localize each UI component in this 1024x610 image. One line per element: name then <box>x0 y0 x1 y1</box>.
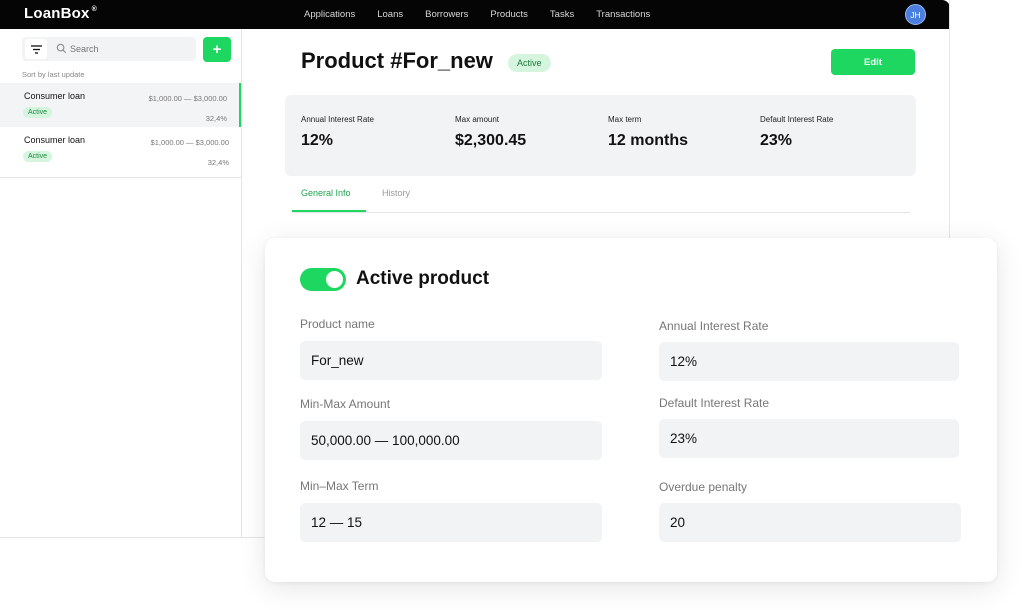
search-icon <box>56 43 67 54</box>
nav-products[interactable]: Products <box>490 9 528 20</box>
list-item-percent: 32,4% <box>205 114 227 123</box>
sort-label[interactable]: Sort by last update <box>22 70 85 79</box>
tab-bar: General Info History <box>292 178 910 213</box>
stat-label: Default Interest Rate <box>760 115 834 124</box>
avatar[interactable]: JH <box>905 4 926 25</box>
default-interest-rate-label: Default Interest Rate <box>659 396 770 410</box>
nav-transactions[interactable]: Transactions <box>596 9 650 20</box>
status-badge: Active <box>23 151 53 162</box>
card-title: Active product <box>356 268 490 289</box>
nav-borrowers[interactable]: Borrowers <box>425 9 468 20</box>
stat-annual-interest-rate: Annual Interest Rate 12% <box>301 115 374 150</box>
sidebar: + Sort by last update Consumer loan $1,0… <box>0 29 242 537</box>
status-badge: Active <box>508 54 551 72</box>
nav-tasks[interactable]: Tasks <box>550 9 574 20</box>
min-max-amount-label: Min-Max Amount <box>300 397 391 411</box>
list-item-title: Consumer loan <box>24 91 86 101</box>
default-interest-rate-field[interactable] <box>659 419 959 458</box>
stat-max-amount: Max amount $2,300.45 <box>455 115 526 150</box>
top-bar: LoanBox ® Applications Loans Borrowers Pr… <box>0 0 949 29</box>
stat-max-term: Max term 12 months <box>608 115 688 150</box>
stat-value: 12% <box>301 132 334 149</box>
toggle-knob <box>326 271 343 288</box>
logo-text: LoanBox <box>24 5 90 22</box>
list-item[interactable]: Consumer loan $1,000.00 — $3,000.00 Acti… <box>0 83 241 127</box>
stat-value: $2,300.45 <box>455 132 527 149</box>
tab-history[interactable]: History <box>382 188 410 198</box>
product-settings-card: Active product Product name Min-Max Amou… <box>265 238 997 582</box>
list-item-range: $1,000.00 — $3,000.00 <box>150 138 229 147</box>
product-name-label: Product name <box>300 317 375 331</box>
list-item-range: $1,000.00 — $3,000.00 <box>148 94 227 103</box>
stats-panel: Annual Interest Rate 12% Max amount $2,3… <box>285 95 916 176</box>
min-max-term-field[interactable] <box>300 503 602 542</box>
min-max-term-label: Min–Max Term <box>300 479 379 493</box>
product-name-field[interactable] <box>300 341 602 380</box>
filter-icon <box>30 44 42 54</box>
search-input[interactable] <box>70 42 180 56</box>
min-max-amount-field[interactable] <box>300 421 602 460</box>
main-nav: Applications Loans Borrowers Products Ta… <box>304 0 672 29</box>
active-tab-indicator <box>292 210 366 212</box>
status-badge: Active <box>23 107 53 118</box>
stat-label: Max amount <box>455 115 500 124</box>
list-divider <box>0 177 241 178</box>
page-title: Product #For_new <box>301 48 493 73</box>
stat-label: Annual Interest Rate <box>301 115 374 124</box>
filter-button[interactable] <box>25 39 47 59</box>
stat-label: Max term <box>608 115 642 124</box>
annual-interest-rate-label: Annual Interest Rate <box>659 319 769 333</box>
list-item-title: Consumer loan <box>24 135 86 145</box>
stat-default-interest-rate: Default Interest Rate 23% <box>760 115 833 150</box>
active-product-toggle[interactable] <box>300 268 346 291</box>
tab-general-info[interactable]: General Info <box>301 188 351 198</box>
list-item-percent: 32,4% <box>207 158 229 167</box>
stat-value: 23% <box>760 132 793 149</box>
overdue-penalty-field[interactable] <box>659 503 961 542</box>
overdue-penalty-label: Overdue penalty <box>659 480 748 494</box>
stat-value: 12 months <box>608 132 689 149</box>
nav-loans[interactable]: Loans <box>377 9 403 20</box>
annual-interest-rate-field[interactable] <box>659 342 959 381</box>
add-product-button[interactable]: + <box>203 37 231 62</box>
search-box <box>22 37 196 61</box>
nav-applications[interactable]: Applications <box>304 9 355 20</box>
registered-mark: ® <box>91 6 97 13</box>
list-item[interactable]: Consumer loan $1,000.00 — $3,000.00 Acti… <box>0 127 241 171</box>
logo[interactable]: LoanBox ® <box>24 5 97 22</box>
edit-button[interactable]: Edit <box>831 49 915 75</box>
